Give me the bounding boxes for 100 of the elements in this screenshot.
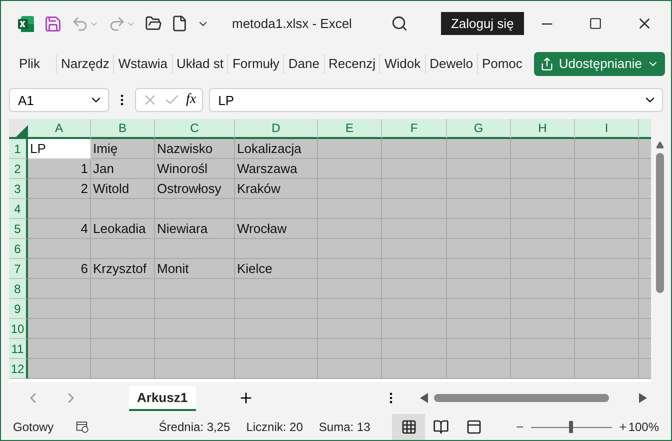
table-cell[interactable] [155, 299, 235, 319]
table-cell[interactable] [575, 259, 639, 279]
sign-in-button[interactable]: Zaloguj się [440, 12, 524, 35]
table-cell[interactable] [382, 319, 447, 339]
zoom-in-icon[interactable] [618, 421, 628, 433]
table-cell[interactable] [235, 279, 318, 299]
table-cell[interactable] [382, 239, 447, 259]
table-cell[interactable] [235, 339, 318, 359]
table-cell[interactable] [575, 199, 639, 219]
table-cell[interactable]: 1 [28, 159, 91, 179]
ribbon-tab[interactable]: Pomoc [476, 54, 526, 74]
table-cell[interactable] [28, 299, 91, 319]
table-cell[interactable]: Wrocław [235, 219, 318, 239]
table-cell[interactable] [155, 239, 235, 259]
ribbon-tab[interactable]: Wstawia [113, 54, 172, 74]
ribbon-tab[interactable]: Dane [283, 54, 324, 74]
table-cell[interactable] [511, 199, 575, 219]
table-cell[interactable] [511, 319, 575, 339]
table-cell[interactable] [511, 219, 575, 239]
table-cell[interactable] [575, 339, 639, 359]
table-cell[interactable] [575, 139, 639, 159]
column-header[interactable]: C [155, 119, 235, 139]
column-header[interactable]: A [28, 119, 91, 139]
table-cell[interactable] [155, 319, 235, 339]
spreadsheet-logo-icon[interactable] [17, 14, 35, 32]
table-cell[interactable] [28, 279, 91, 299]
active-cell[interactable]: LP [28, 139, 91, 159]
table-cell[interactable] [382, 259, 447, 279]
formula-field[interactable]: LP [209, 88, 663, 112]
ribbon-tab[interactable]: Układ st [172, 54, 228, 74]
table-cell[interactable] [575, 359, 639, 379]
table-cell[interactable] [318, 359, 382, 379]
table-cell[interactable] [447, 319, 511, 339]
table-cell[interactable] [382, 299, 447, 319]
ribbon-tab[interactable]: Narzędz [56, 54, 114, 74]
folder-icon[interactable] [145, 15, 162, 32]
table-cell[interactable] [318, 299, 382, 319]
horizontal-scrollbar[interactable] [434, 394, 609, 402]
row-header[interactable]: 6 [9, 239, 28, 259]
row-header[interactable]: 2 [9, 159, 28, 179]
table-cell[interactable] [447, 339, 511, 359]
table-cell[interactable] [155, 339, 235, 359]
select-all-button[interactable] [9, 119, 28, 139]
table-cell[interactable] [511, 279, 575, 299]
table-cell[interactable] [447, 199, 511, 219]
table-cell[interactable] [91, 319, 155, 339]
row-header[interactable]: 9 [9, 299, 28, 319]
table-cell[interactable]: Monit [155, 259, 235, 279]
table-cell[interactable]: 2 [28, 179, 91, 199]
table-cell[interactable] [318, 279, 382, 299]
table-cell[interactable]: 6 [28, 259, 91, 279]
save-icon[interactable] [44, 14, 62, 32]
table-cell[interactable] [155, 359, 235, 379]
ribbon-tab[interactable]: Plik [15, 54, 44, 74]
table-cell[interactable] [447, 159, 511, 179]
table-cell[interactable] [318, 239, 382, 259]
table-cell[interactable] [28, 199, 91, 219]
scroll-left-icon[interactable] [420, 393, 428, 403]
row-header[interactable]: 4 [9, 199, 28, 219]
ribbon-tab[interactable]: Widok [379, 54, 425, 74]
table-cell[interactable] [235, 199, 318, 219]
row-header[interactable]: 3 [9, 179, 28, 199]
column-header[interactable]: H [511, 119, 575, 139]
normal-view-button[interactable] [392, 414, 426, 440]
table-cell[interactable]: Warszawa [235, 159, 318, 179]
table-cell[interactable]: Leokadia [91, 219, 155, 239]
table-cell[interactable] [318, 159, 382, 179]
table-cell[interactable] [318, 219, 382, 239]
file-icon[interactable] [171, 15, 188, 32]
table-cell[interactable] [447, 179, 511, 199]
table-cell[interactable] [235, 319, 318, 339]
table-cell[interactable] [28, 359, 91, 379]
table-cell[interactable] [382, 339, 447, 359]
table-cell[interactable] [511, 259, 575, 279]
table-cell[interactable] [318, 319, 382, 339]
table-cell[interactable] [28, 319, 91, 339]
column-header[interactable]: I [575, 119, 639, 139]
table-cell[interactable] [511, 359, 575, 379]
table-cell[interactable] [91, 199, 155, 219]
table-cell[interactable]: Kielce [235, 259, 318, 279]
table-cell[interactable] [91, 299, 155, 319]
ribbon-tab[interactable]: Formuły [227, 54, 284, 74]
table-cell[interactable] [447, 299, 511, 319]
column-header[interactable]: F [382, 119, 447, 139]
search-icon[interactable] [390, 15, 408, 32]
scroll-up-icon[interactable] [656, 141, 664, 149]
table-cell[interactable] [318, 199, 382, 219]
table-cell[interactable]: Krzysztof [91, 259, 155, 279]
row-header[interactable]: 1 [9, 139, 28, 159]
table-cell[interactable] [318, 139, 382, 159]
table-cell[interactable] [447, 219, 511, 239]
table-cell[interactable] [28, 239, 91, 259]
table-cell[interactable] [511, 179, 575, 199]
table-cell[interactable] [235, 359, 318, 379]
table-cell[interactable] [91, 359, 155, 379]
table-cell[interactable] [318, 259, 382, 279]
table-cell[interactable]: Lokalizacja [235, 139, 318, 159]
table-cell[interactable] [511, 159, 575, 179]
table-cell[interactable] [575, 319, 639, 339]
table-cell[interactable] [511, 139, 575, 159]
